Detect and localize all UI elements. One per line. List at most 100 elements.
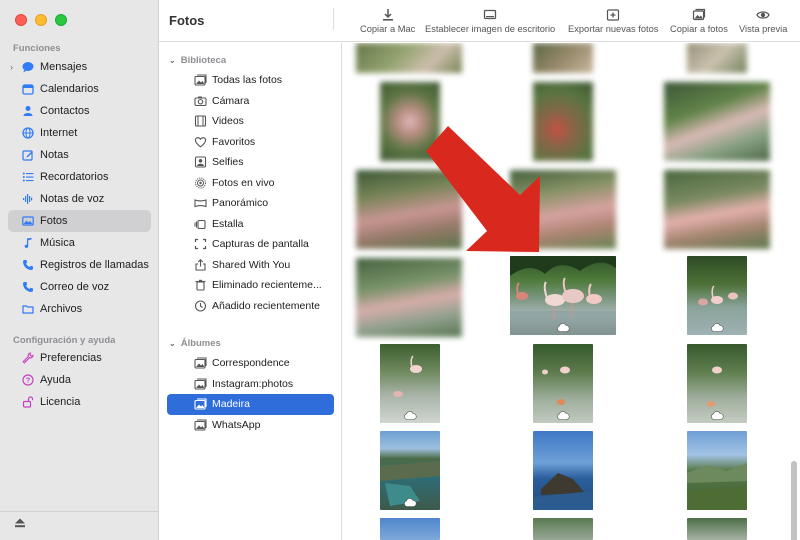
photo-thumbnail[interactable] <box>687 256 747 335</box>
preview-button[interactable]: Vista previa <box>739 8 787 34</box>
library-item-panoramico[interactable]: Panorámico <box>167 193 334 214</box>
sidebar-item-preferencias[interactable]: Preferencias <box>8 347 151 369</box>
vertical-scrollbar[interactable] <box>791 461 797 540</box>
library-item-label: Todas las fotos <box>212 74 283 87</box>
library-section-header[interactable]: ⌄ Biblioteca <box>169 55 226 66</box>
sidebar-item-internet[interactable]: Internet <box>8 122 151 144</box>
photo-thumbnail-selected[interactable] <box>510 256 616 335</box>
photo-thumbnail[interactable] <box>687 43 747 73</box>
album-item-instagram-photos[interactable]: Instagram:photos <box>167 374 334 395</box>
photo-thumbnail[interactable] <box>664 170 770 249</box>
eject-icon[interactable] <box>14 518 26 528</box>
icloud-icon <box>404 498 417 507</box>
library-item-camara[interactable]: Cámara <box>167 91 334 112</box>
photo-thumbnail[interactable] <box>380 518 440 540</box>
sidebar-item-musica[interactable]: Música <box>8 232 151 254</box>
photo-thumbnail[interactable] <box>687 518 747 540</box>
sidebar-item-notas[interactable]: Notas <box>8 144 151 166</box>
albums-section-header[interactable]: ⌄ Álbumes <box>169 338 221 349</box>
library-item-anadido-recientemente[interactable]: Añadido recientemente <box>167 296 334 317</box>
desktop-icon <box>483 9 497 20</box>
sidebar-item-contactos[interactable]: Contactos <box>8 100 151 122</box>
photo-thumbnail[interactable] <box>356 43 462 73</box>
library-item-capturas-de-pantalla[interactable]: Capturas de pantalla <box>167 234 334 255</box>
sidebar-item-label: Preferencias <box>40 352 102 364</box>
library-item-label: Eliminado recienteme... <box>212 279 322 292</box>
sidebar-item-label: Mensajes <box>40 61 88 73</box>
copy-to-mac-button[interactable]: Copiar a Mac <box>360 8 415 34</box>
wrench-icon <box>22 352 34 364</box>
photo-thumbnail[interactable] <box>356 170 462 249</box>
photo-thumbnail[interactable] <box>380 431 440 510</box>
burst-icon <box>194 218 207 230</box>
chevron-down-icon: ⌄ <box>169 339 176 348</box>
photos-stack-icon <box>194 74 207 86</box>
message-bubble-icon <box>22 61 34 73</box>
zoom-window-button[interactable] <box>55 14 67 26</box>
sidebar-item-notas-de-voz[interactable]: Notas de voz <box>8 188 151 210</box>
sidebar-item-fotos[interactable]: Fotos <box>8 210 151 232</box>
film-icon <box>194 115 207 127</box>
library-item-shared-with-you[interactable]: Shared With You <box>167 255 334 276</box>
list-icon <box>22 171 34 183</box>
settings-list: Preferencias ? Ayuda Licencia <box>8 347 151 413</box>
copy-to-mac-label: Copiar a Mac <box>360 24 416 34</box>
photo-thumbnail[interactable] <box>664 82 770 161</box>
photo-thumbnail[interactable] <box>380 82 440 161</box>
sidebar-item-registros-de-llamadas[interactable]: Registros de llamadas <box>8 254 151 276</box>
library-item-estalla[interactable]: Estalla <box>167 214 334 235</box>
sidebar-item-licencia[interactable]: Licencia <box>8 391 151 413</box>
icloud-icon <box>711 411 724 420</box>
album-item-whatsapp[interactable]: WhatsApp <box>167 415 334 436</box>
library-item-label: Selfies <box>212 156 244 169</box>
sidebar-item-calendarios[interactable]: Calendarios <box>8 78 151 100</box>
photo-thumbnail[interactable] <box>533 43 593 73</box>
library-item-favoritos[interactable]: Favoritos <box>167 132 334 153</box>
copy-to-photos-button[interactable]: Copiar a fotos <box>670 8 728 34</box>
live-photo-icon <box>194 177 207 189</box>
photo-thumbnail[interactable] <box>533 431 593 510</box>
library-item-fotos-en-vivo[interactable]: Fotos en vivo <box>167 173 334 194</box>
photo-thumbnail[interactable] <box>356 258 462 337</box>
sidebar-item-recordatorios[interactable]: Recordatorios <box>8 166 151 188</box>
svg-text:?: ? <box>26 376 31 385</box>
photo-thumbnail[interactable] <box>533 82 593 161</box>
sidebar-item-archivos[interactable]: Archivos <box>8 298 151 320</box>
minimize-window-button[interactable] <box>35 14 47 26</box>
chevron-right-icon[interactable]: › <box>10 62 13 72</box>
features-list: › Mensajes Calendarios Contactos Interne… <box>8 56 151 320</box>
album-item-label: Correspondence <box>212 357 290 370</box>
album-item-correspondence[interactable]: Correspondence <box>167 353 334 374</box>
photo-icon <box>22 215 34 227</box>
photo-grid <box>343 43 800 540</box>
sidebar-item-ayuda[interactable]: ? Ayuda <box>8 369 151 391</box>
copy-to-photos-label: Copiar a fotos <box>670 24 728 34</box>
section-features-heading: Funciones <box>13 43 61 54</box>
photo-thumbnail[interactable] <box>380 344 440 423</box>
export-new-photos-button[interactable]: Exportar nuevas fotos <box>568 8 658 34</box>
photo-thumbnail[interactable] <box>533 518 593 540</box>
eye-icon <box>756 11 770 19</box>
library-item-todas-las-fotos[interactable]: Todas las fotos <box>167 70 334 91</box>
library-item-label: Panorámico <box>212 197 269 210</box>
chevron-down-icon: ⌄ <box>169 56 176 65</box>
set-desktop-image-button[interactable]: Establecer imagen de escritorio <box>425 8 555 34</box>
album-item-madeira[interactable]: Madeira <box>167 394 334 415</box>
sidebar-item-mensajes[interactable]: › Mensajes <box>8 56 151 78</box>
selfie-icon <box>194 156 207 168</box>
page-title: Fotos <box>169 13 205 28</box>
photo-thumbnail[interactable] <box>687 344 747 423</box>
library-item-videos[interactable]: Videos <box>167 111 334 132</box>
library-item-eliminado-recientemente[interactable]: Eliminado recienteme... <box>167 275 334 296</box>
photos-copy-icon <box>692 8 706 21</box>
photo-thumbnail[interactable] <box>533 344 593 423</box>
sidebar-item-correo-de-voz[interactable]: Correo de voz <box>8 276 151 298</box>
photo-thumbnail[interactable] <box>510 170 616 249</box>
sidebar-item-label: Recordatorios <box>40 171 109 183</box>
icloud-icon <box>557 323 570 332</box>
close-window-button[interactable] <box>15 14 27 26</box>
photo-thumbnail[interactable] <box>687 431 747 510</box>
sidebar-item-label: Contactos <box>40 105 90 117</box>
library-item-selfies[interactable]: Selfies <box>167 152 334 173</box>
section-settings-heading: Configuración y ayuda <box>13 335 116 346</box>
